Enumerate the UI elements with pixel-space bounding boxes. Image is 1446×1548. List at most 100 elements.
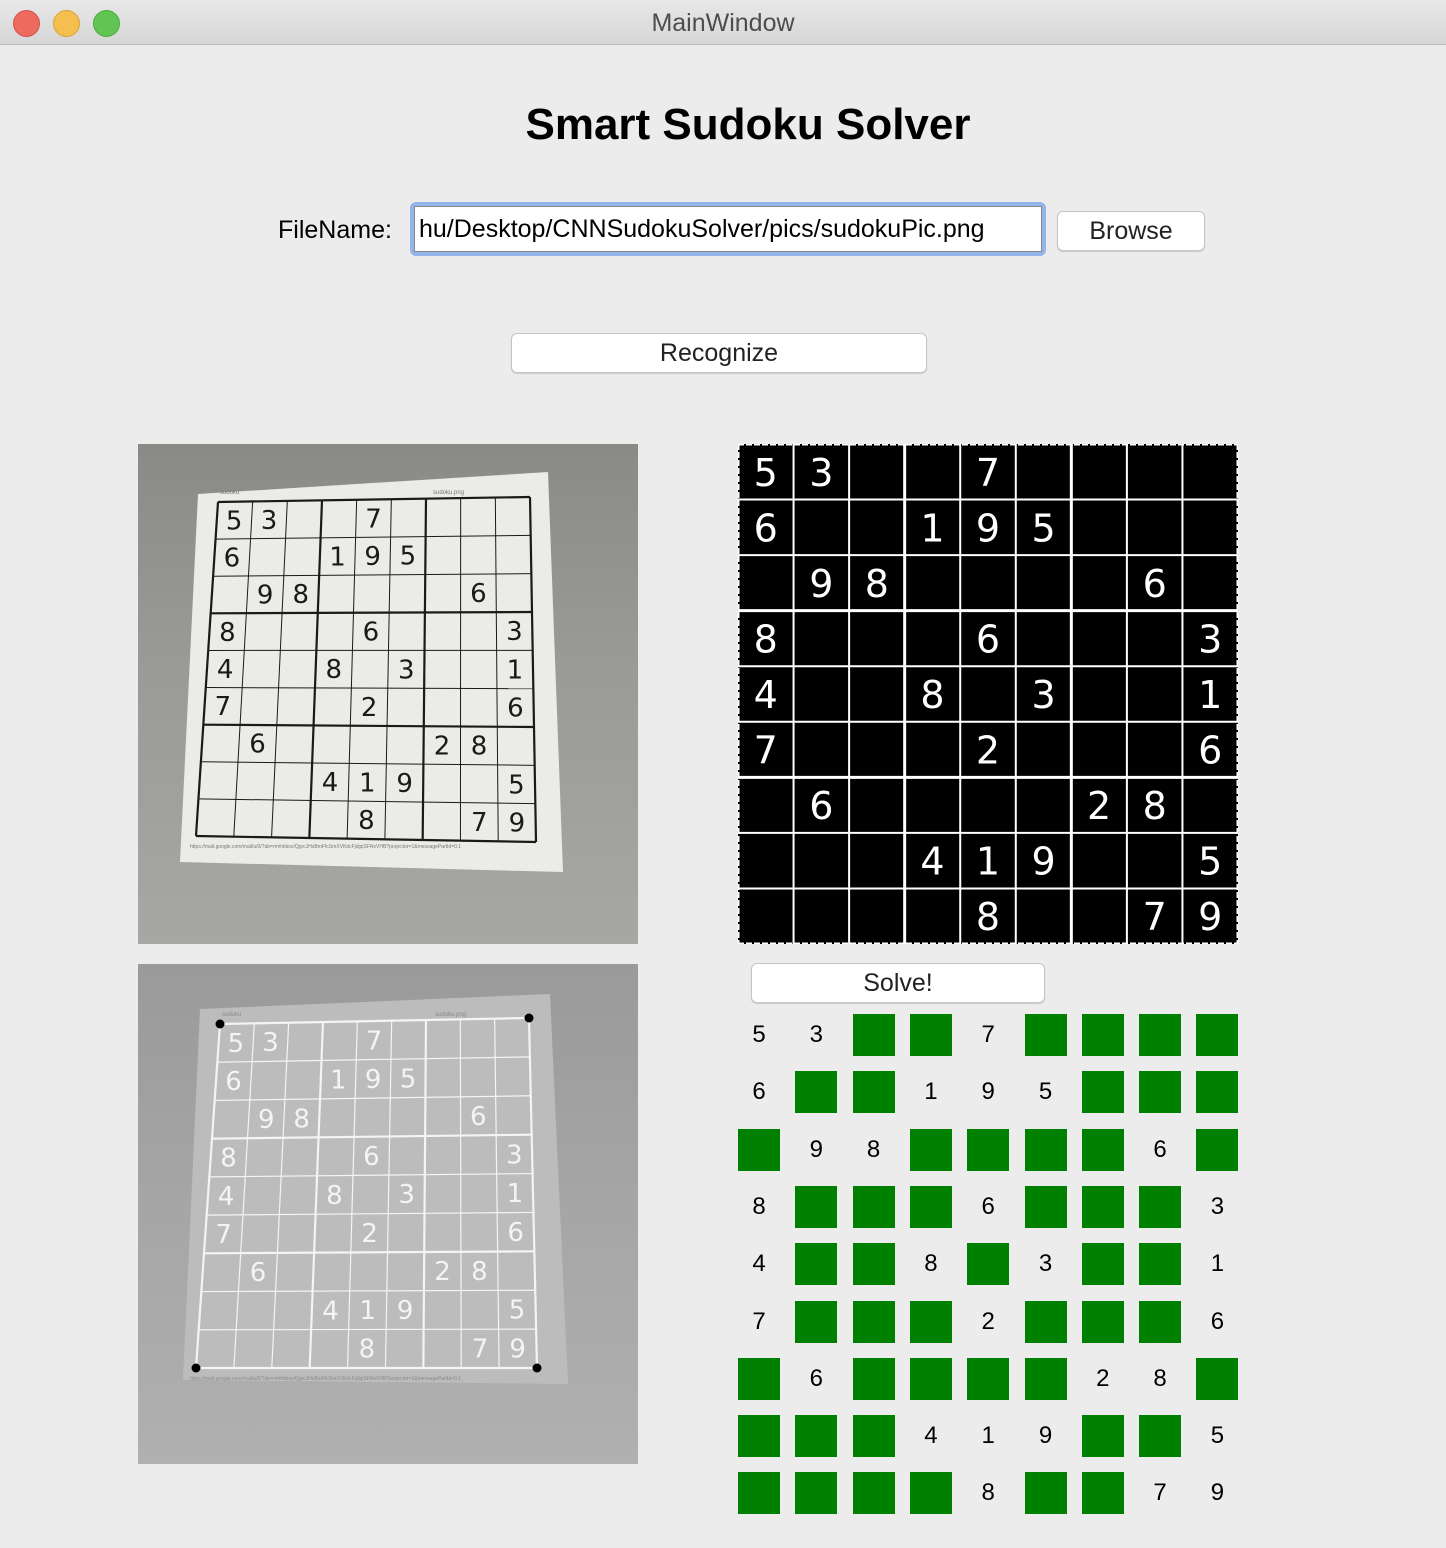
photo-digit: 5 [400,1064,417,1094]
photo-digit: 8 [326,655,343,685]
solution-cell-empty [795,1243,838,1286]
photo-digit: 9 [364,542,381,572]
solution-cell-empty [1024,1185,1067,1228]
solution-cell-empty [909,1472,952,1515]
grid-line-horizontal [198,1328,537,1331]
binary-digit: 9 [1198,895,1222,939]
photo-digit: 3 [506,1140,523,1170]
photo-digit: 6 [507,1218,524,1248]
solution-cell-empty [1196,1357,1239,1400]
solution-cell-empty [795,1415,838,1458]
photo-digit: 6 [249,730,266,760]
solution-cell-empty [738,1128,780,1171]
photo-digit: 9 [509,809,526,839]
solution-cell-empty [1139,1300,1182,1343]
solution-cell-empty [1024,1300,1067,1343]
photo-digit: 6 [507,694,524,724]
photo-digit: 3 [398,1180,415,1210]
solution-cell-empty [967,1128,1010,1171]
solution-cell-digit: 1 [924,1078,938,1106]
solution-cell-digit: 3 [809,1021,823,1048]
photo-digit: 8 [292,580,309,610]
solution-cell-digit: 4 [752,1250,766,1278]
binary-digit: 6 [1143,562,1167,606]
paper-caption-bottom: https://mail.google.com/mail/u/0/?ab=rm#… [190,1376,461,1382]
photo-digit: 1 [330,1065,347,1095]
photo-digit: 7 [215,692,232,722]
solution-cell-empty [967,1357,1010,1400]
binary-digit: 5 [754,451,778,495]
solution-cell-empty [1024,1014,1067,1056]
solution-cell-digit: 4 [924,1422,938,1450]
photo-digit: 6 [225,1067,242,1097]
solution-cell-empty [852,1071,895,1114]
photo-digit: 8 [358,806,375,836]
solution-cell-digit: 7 [981,1021,995,1048]
solution-cell-empty [1081,1014,1124,1056]
solution-cell-empty [909,1185,952,1228]
photo-digit: 8 [471,1257,488,1287]
photo-digit: 5 [228,1029,245,1059]
photo-digit: 5 [509,1296,526,1326]
detected-corners-drawing: sudoku sudoku.png https://mail.google.com/… [183,994,568,1384]
solution-cell-digit: 5 [1038,1078,1053,1106]
photo-digit: 9 [365,1065,382,1095]
solution-cell-empty [852,1357,895,1400]
corner-marker-bottom-right [532,1363,542,1373]
solution-cell-empty [738,1472,780,1515]
photo-digit: 9 [397,1296,414,1326]
solution-cell-empty [1196,1071,1239,1114]
solution-cell-empty [1196,1128,1239,1171]
solution-cell-empty [795,1185,838,1228]
filename-input[interactable] [414,206,1042,252]
photo-digit: 7 [366,1026,383,1056]
solve-button[interactable]: Solve! [751,963,1045,1003]
solution-cell-digit: 2 [1096,1364,1110,1392]
solution-cell-digit: 6 [809,1364,823,1392]
solution-cell-empty [1024,1128,1067,1171]
paper-caption-left: sudoku [220,490,239,496]
paper-caption-left: sudoku [222,1012,241,1018]
solution-cell-empty [1024,1472,1067,1515]
original-photo-image: sudoku sudoku.png https://mail.google.com/… [138,444,638,944]
photo-digit: 8 [293,1104,310,1134]
original-photo-drawing: sudoku sudoku.png https://mail.google.com/… [180,472,563,872]
photo-digit: 5 [226,506,243,536]
binary-digit: 6 [809,784,833,828]
paper-caption-right: sudoku.png [433,490,464,496]
app-title: Smart Sudoku Solver [525,100,971,149]
solution-cell-empty [1081,1071,1124,1114]
photo-digit: 1 [359,768,376,798]
recognize-button[interactable]: Recognize [511,333,927,373]
solution-cell-empty [852,1300,895,1343]
binary-digit: 6 [1198,729,1222,773]
corner-marker-top-left [215,1019,225,1029]
binary-digit: 8 [976,895,1000,939]
solution-cell-empty [852,1014,895,1056]
photo-digit: 6 [470,1102,487,1132]
solution-cell-digit: 9 [1210,1479,1225,1507]
solution-cell-empty [738,1415,780,1458]
binary-digit: 3 [809,451,833,495]
solution-cell-empty [1081,1185,1124,1228]
grid-line-horizontal [210,610,533,615]
photo-digit: 4 [217,655,234,685]
photo-digit: 4 [218,1182,235,1212]
photo-digit: 6 [224,543,241,573]
binary-digit: 3 [1198,617,1222,661]
solution-cell-empty [967,1243,1010,1286]
solution-cell-empty [909,1300,952,1343]
solution-cell-digit: 9 [981,1078,995,1106]
solution-cell-digit: 2 [981,1307,995,1335]
solution-cell-empty [795,1300,838,1343]
photo-digit: 6 [250,1258,267,1288]
photo-digit: 8 [471,732,488,762]
browse-button[interactable]: Browse [1057,211,1205,251]
solution-cell-empty [1139,1185,1182,1228]
photo-digit: 1 [507,1179,524,1209]
binary-digit: 3 [1031,673,1055,717]
window-title: MainWindow [651,9,795,37]
solution-cell-digit: 5 [752,1021,766,1048]
solution-cell-empty [1081,1300,1124,1343]
solution-cell-digit: 1 [1210,1250,1225,1278]
